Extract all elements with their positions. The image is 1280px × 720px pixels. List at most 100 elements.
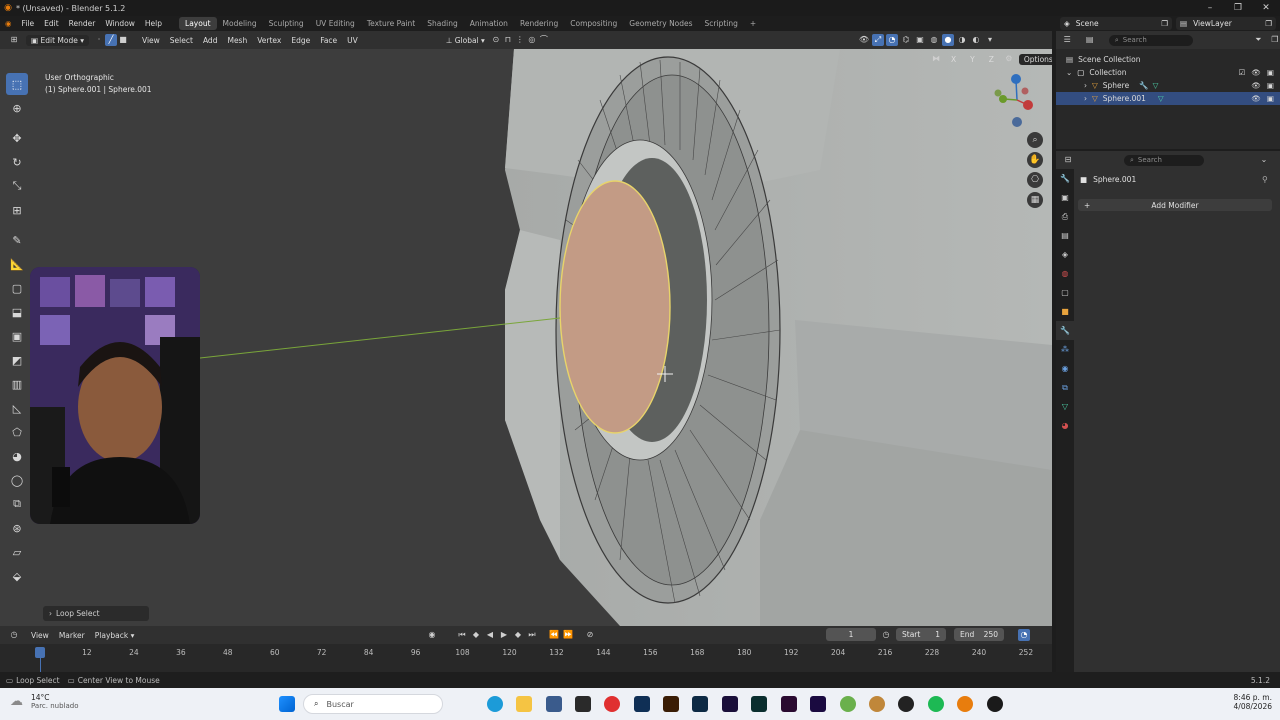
jump-end-icon[interactable]: ⏭ bbox=[526, 629, 538, 641]
tab-geometry-nodes[interactable]: Geometry Nodes bbox=[623, 17, 698, 30]
shear-tool-icon[interactable]: ▱ bbox=[6, 541, 28, 563]
tab-rendering[interactable]: Rendering bbox=[514, 17, 564, 30]
properties-search-input[interactable]: ⌕ Search bbox=[1124, 154, 1204, 166]
mode-dropdown[interactable]: ▣ Edit Mode ▾ bbox=[26, 34, 89, 46]
edge-browser-icon[interactable] bbox=[487, 696, 503, 712]
tab-uv-editing[interactable]: UV Editing bbox=[310, 17, 361, 30]
app-icon-6[interactable] bbox=[898, 696, 914, 712]
vertex-select-icon[interactable]: · bbox=[93, 34, 105, 46]
xray-icon[interactable]: ▣ bbox=[914, 34, 926, 46]
lightroom-icon[interactable] bbox=[692, 696, 708, 712]
knife-tool-icon[interactable]: ◺ bbox=[6, 397, 28, 419]
annotate-tool-icon[interactable]: ✎ bbox=[6, 229, 28, 251]
material-shading-icon[interactable]: ◑ bbox=[956, 34, 968, 46]
outliner-search-input[interactable]: ⌕ Search bbox=[1108, 34, 1194, 46]
clock-area[interactable]: 8:46 p. m. 4/08/2026 bbox=[1200, 693, 1272, 711]
outliner-row-sphere-001[interactable]: › ▽ Sphere.001 ▽ 👁 ▣ bbox=[1056, 92, 1280, 105]
move-tool-icon[interactable]: ✥ bbox=[6, 127, 28, 149]
end-frame-field[interactable]: End 250 bbox=[954, 628, 1004, 641]
view-layer-tab-icon[interactable]: ▤ bbox=[1056, 226, 1074, 245]
premiere-icon[interactable] bbox=[810, 696, 826, 712]
blender-menu-icon[interactable]: ◉ bbox=[0, 19, 17, 28]
app-icon-1[interactable] bbox=[546, 696, 562, 712]
last-operator-panel[interactable]: › Loop Select bbox=[43, 606, 149, 621]
tab-texture-paint[interactable]: Texture Paint bbox=[361, 17, 421, 30]
3d-viewport[interactable]: User Orthographic (1) Sphere.001 | Spher… bbox=[0, 49, 1052, 626]
animate-icon[interactable] bbox=[781, 696, 797, 712]
face-select-icon[interactable]: ■ bbox=[117, 34, 129, 46]
axis-y-toggle[interactable]: Y bbox=[965, 54, 980, 65]
editor-type-icon[interactable]: ⊞ bbox=[8, 34, 20, 46]
zoom-icon[interactable]: ⌕ bbox=[1027, 132, 1043, 148]
close-icon[interactable]: ✕ bbox=[1252, 3, 1280, 13]
app-icon-3[interactable] bbox=[604, 696, 620, 712]
jump-start-icon[interactable]: ⏮ bbox=[456, 629, 468, 641]
scale-tool-icon[interactable]: ⤡ bbox=[6, 175, 28, 197]
rip-tool-icon[interactable]: ⬙ bbox=[6, 565, 28, 587]
particles-tab-icon[interactable]: ⁂ bbox=[1056, 340, 1074, 359]
weather-widget[interactable]: ☁ 14°C Parc. nublado bbox=[10, 693, 79, 710]
spotify-icon[interactable] bbox=[928, 696, 944, 712]
loop-cut-icon[interactable]: ▥ bbox=[6, 373, 28, 395]
outliner-row-collection[interactable]: ⌄ ▢ Collection ☑ 👁 ▣ bbox=[1056, 66, 1280, 79]
add-modifier-button[interactable]: + Add Modifier bbox=[1078, 199, 1272, 211]
properties-options-icon[interactable]: ⌄ bbox=[1258, 154, 1270, 166]
menu-add[interactable]: Add bbox=[198, 35, 223, 46]
pivot-icon[interactable]: ⊙ bbox=[490, 34, 502, 46]
app-icon-2[interactable] bbox=[575, 696, 591, 712]
output-tab-icon[interactable]: ⎙ bbox=[1056, 207, 1074, 226]
inset-tool-icon[interactable]: ▣ bbox=[6, 325, 28, 347]
menu-edit[interactable]: Edit bbox=[39, 19, 64, 28]
menu-render[interactable]: Render bbox=[64, 19, 101, 28]
constraints-tab-icon[interactable]: ⧉ bbox=[1056, 378, 1074, 397]
eye-icon[interactable]: 👁 bbox=[1251, 94, 1261, 103]
pan-hand-icon[interactable]: ✋ bbox=[1027, 152, 1043, 168]
ortho-grid-icon[interactable]: ▦ bbox=[1027, 192, 1043, 208]
data-tab-icon[interactable]: ▽ bbox=[1056, 397, 1074, 416]
timeline-menu-view[interactable]: View bbox=[26, 630, 54, 641]
edge-slide-icon[interactable]: ⧉ bbox=[6, 493, 28, 515]
tab-animation[interactable]: Animation bbox=[464, 17, 514, 30]
timeline-overlay-icon[interactable]: ◔ bbox=[1018, 629, 1030, 641]
add-cube-icon[interactable]: ▢ bbox=[6, 277, 28, 299]
app-icon-5[interactable] bbox=[869, 696, 885, 712]
spin-tool-icon[interactable]: ◕ bbox=[6, 445, 28, 467]
smooth-tool-icon[interactable]: ◯ bbox=[6, 469, 28, 491]
transform-tool-icon[interactable]: ⊞ bbox=[6, 199, 28, 221]
minimize-icon[interactable]: – bbox=[1196, 3, 1224, 13]
world-tab-icon[interactable]: ◍ bbox=[1056, 264, 1074, 283]
navigation-gizmo[interactable] bbox=[990, 71, 1044, 129]
menu-edge[interactable]: Edge bbox=[286, 35, 315, 46]
transform-orientation-dropdown[interactable]: ⊥ Global ▾ bbox=[441, 35, 490, 46]
view-layer-duplicate-icon[interactable]: ❐ bbox=[1265, 19, 1272, 28]
menu-vertex[interactable]: Vertex bbox=[252, 35, 286, 46]
snap-icon[interactable]: ⊓ bbox=[502, 34, 514, 46]
bevel-tool-icon[interactable]: ◩ bbox=[6, 349, 28, 371]
snap-target-icon[interactable]: ⋮ bbox=[514, 34, 526, 46]
outliner-row-scene-collection[interactable]: ▤ Scene Collection bbox=[1056, 53, 1280, 66]
filter-icon[interactable]: ⏷ bbox=[1253, 34, 1263, 46]
blender-taskbar-icon[interactable] bbox=[957, 696, 973, 712]
tab-scripting[interactable]: Scripting bbox=[699, 17, 744, 30]
photoshop-icon[interactable] bbox=[634, 696, 650, 712]
timeline-editor-icon[interactable]: ◷ bbox=[8, 629, 20, 641]
solid-shading-icon[interactable]: ● bbox=[942, 34, 954, 46]
menu-view[interactable]: View bbox=[137, 35, 165, 46]
scene-selector[interactable]: ◈ Scene ❐ bbox=[1060, 17, 1172, 30]
illustrator-icon[interactable] bbox=[663, 696, 679, 712]
prev-frame-icon[interactable]: ⏪ bbox=[548, 629, 560, 641]
display-mode-icon[interactable]: ▤ bbox=[1084, 34, 1094, 46]
wrench-settings-icon[interactable]: ⚙ bbox=[1003, 53, 1015, 65]
expand-icon[interactable]: › bbox=[1084, 94, 1087, 103]
tab-compositing[interactable]: Compositing bbox=[564, 17, 623, 30]
taskbar-search-input[interactable]: ⌕ Buscar bbox=[303, 694, 443, 714]
expand-icon[interactable]: › bbox=[1084, 81, 1087, 90]
timeline-menu-playback[interactable]: Playback ▾ bbox=[90, 630, 140, 641]
menu-mesh[interactable]: Mesh bbox=[222, 35, 252, 46]
axis-x-toggle[interactable]: X bbox=[946, 54, 961, 65]
tab-layout[interactable]: Layout bbox=[179, 17, 217, 30]
menu-select[interactable]: Select bbox=[165, 35, 198, 46]
menu-window[interactable]: Window bbox=[100, 19, 140, 28]
camera-icon[interactable]: ▣ bbox=[1267, 94, 1274, 103]
menu-face[interactable]: Face bbox=[315, 35, 342, 46]
